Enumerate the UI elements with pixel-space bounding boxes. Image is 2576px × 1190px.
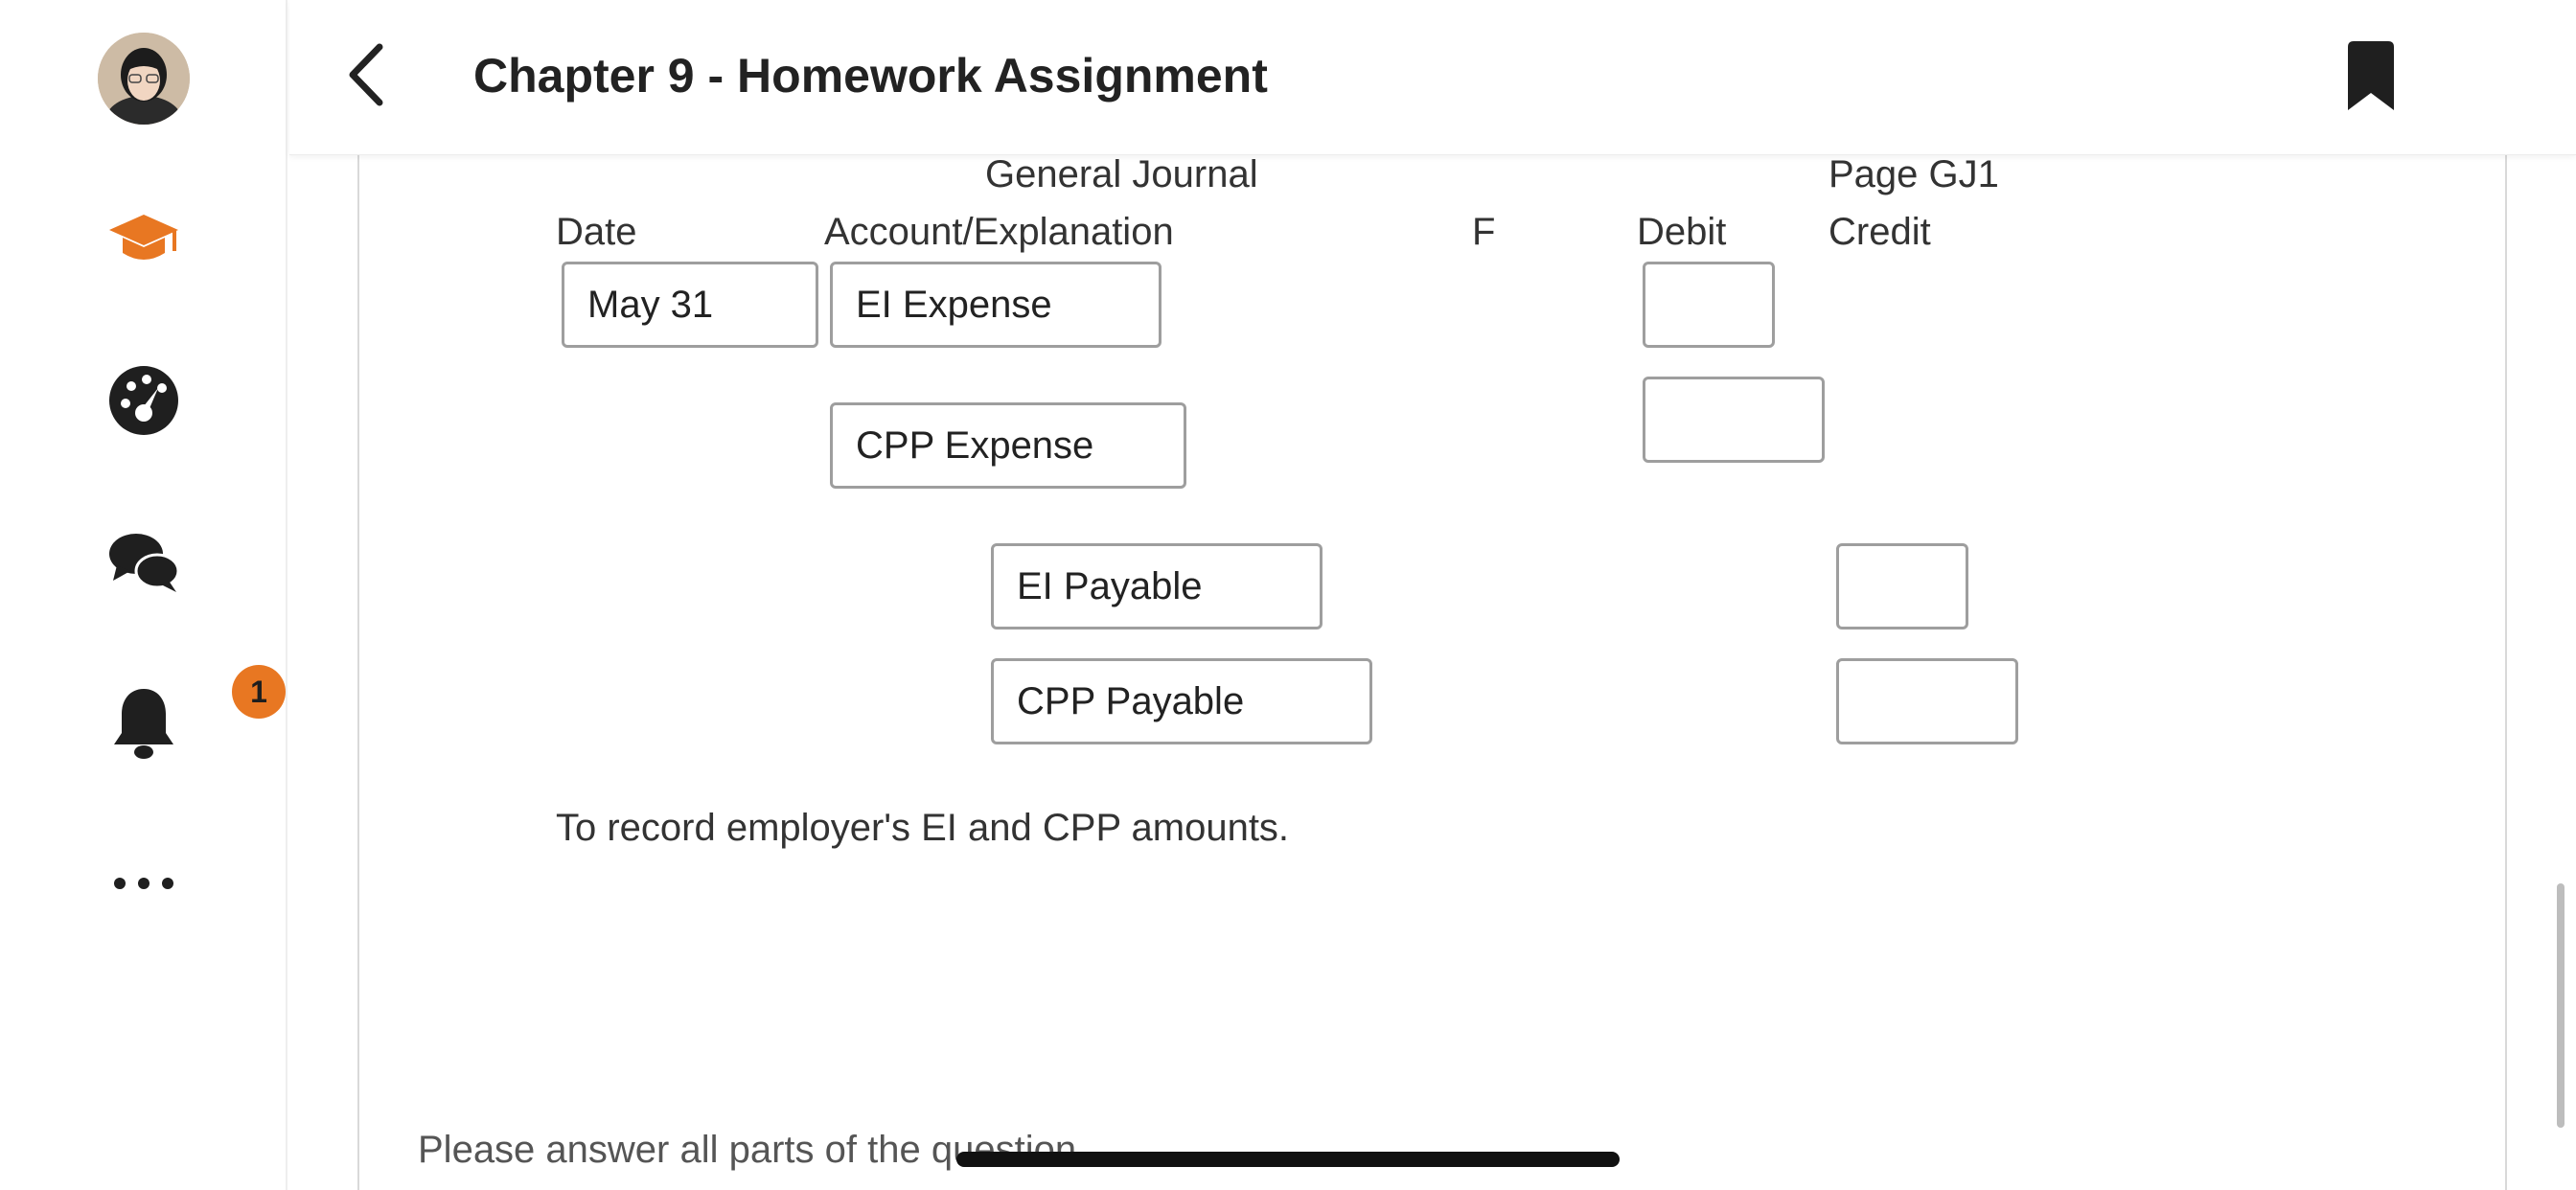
back-button[interactable] xyxy=(337,38,395,115)
credit-amount-input[interactable] xyxy=(1836,543,1968,629)
bell-icon xyxy=(110,685,177,765)
header-bar: Chapter 9 - Homework Assignment xyxy=(289,0,2576,155)
credit-amount-input[interactable] xyxy=(1836,658,2018,744)
column-header-debit: Debit xyxy=(1637,211,1727,253)
chat-bubbles-icon xyxy=(107,531,180,599)
home-indicator xyxy=(956,1152,1620,1167)
courses-nav-button[interactable] xyxy=(0,209,288,276)
bookmark-icon xyxy=(2344,39,2398,117)
column-header-account: Account/Explanation xyxy=(824,211,1174,253)
more-nav-button[interactable] xyxy=(0,868,288,903)
credit-account-field[interactable]: CPP Payable xyxy=(991,658,1372,744)
avatar xyxy=(98,33,190,125)
more-dots-icon xyxy=(113,877,174,895)
column-header-f: F xyxy=(1472,211,1496,253)
graduation-cap-icon xyxy=(107,213,180,273)
page-label: Page GJ1 xyxy=(1828,153,1999,195)
chevron-left-icon xyxy=(347,43,385,111)
messages-nav-button[interactable] xyxy=(0,531,288,598)
date-field[interactable]: May 31 xyxy=(562,262,818,348)
avatar-button[interactable] xyxy=(0,33,288,125)
bookmark-button[interactable] xyxy=(2336,36,2405,119)
scrollbar[interactable] xyxy=(2557,883,2564,1128)
gauge-icon xyxy=(108,365,179,441)
page-title: Chapter 9 - Homework Assignment xyxy=(473,49,1268,103)
entry-explanation: To record employer's EI and CPP amounts. xyxy=(556,807,1290,849)
sidebar: 1 xyxy=(0,0,288,1190)
notification-badge: 1 xyxy=(232,665,286,719)
journal-heading: General Journal xyxy=(985,153,1258,195)
column-header-date: Date xyxy=(556,211,637,253)
debit-amount-input[interactable] xyxy=(1643,262,1775,348)
dashboard-nav-button[interactable] xyxy=(0,365,288,441)
debit-amount-input[interactable] xyxy=(1643,377,1825,463)
column-header-credit: Credit xyxy=(1828,211,1931,253)
debit-account-field[interactable]: EI Expense xyxy=(830,262,1162,348)
debit-account-field[interactable]: CPP Expense xyxy=(830,402,1186,489)
credit-account-field[interactable]: EI Payable xyxy=(991,543,1322,629)
